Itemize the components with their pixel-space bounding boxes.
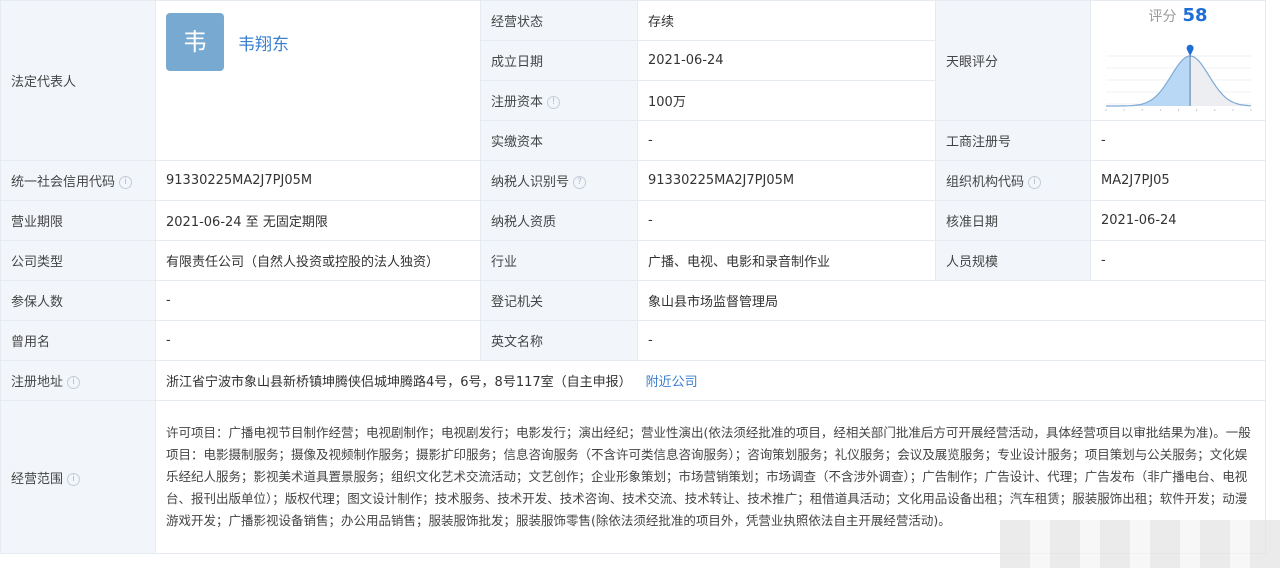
paid-capital-value: -: [637, 120, 936, 161]
reg-capital-label-cell: 注册资本!: [480, 80, 638, 121]
credit-code-label-cell: 统一社会信用代码 i: [0, 160, 156, 201]
taxpayer-id-value: 91330225MA2J7PJ05M: [637, 160, 936, 201]
authority-value: 象山县市场监督管理局: [637, 280, 1266, 321]
term-value: 2021-06-24 至 无固定期限: [155, 200, 481, 241]
insured-label: 参保人数: [0, 280, 156, 321]
score-distribution-chart: [1105, 44, 1252, 111]
taxpayer-id-label-cell: 纳税人识别号?: [480, 160, 638, 201]
scope-label: 经营范围: [11, 471, 64, 487]
credit-code-value: 91330225MA2J7PJ05M: [155, 160, 481, 201]
term-label: 营业期限: [0, 200, 156, 241]
company-info-table: 法定代表人 韦韦翔东 经营状态 存续 天眼评分 评分 58 成立日期 2021-06…: [0, 0, 1266, 554]
status-value: 存续: [637, 0, 936, 41]
english-name-value: -: [637, 320, 1266, 361]
approve-date-label: 核准日期: [935, 200, 1091, 241]
company-type-value: 有限责任公司（自然人投资或控股的法人独资）: [155, 240, 481, 281]
taxpayer-qual-label: 纳税人资质: [480, 200, 638, 241]
paid-capital-label: 实缴资本: [480, 120, 638, 161]
founded-value: 2021-06-24: [637, 40, 936, 81]
info-icon[interactable]: i: [67, 376, 81, 389]
approve-date-value: 2021-06-24: [1090, 200, 1266, 241]
authority-label: 登记机关: [480, 280, 638, 321]
org-code-label: 组织机构代码: [946, 175, 1025, 190]
former-name-label: 曾用名: [0, 320, 156, 361]
legal-rep-label: 法定代表人: [0, 0, 156, 161]
industry-value: 广播、电视、电影和录音制作业: [637, 240, 936, 281]
score-label: 天眼评分: [935, 0, 1091, 121]
address-label-cell: 注册地址 i: [0, 360, 156, 401]
insured-value: -: [155, 280, 481, 321]
address-cell: 浙江省宁波市象山县新桥镇坤腾侠侣城坤腾路4号，6号，8号117室（自主申报） 附近…: [155, 360, 1266, 401]
score-cell[interactable]: 评分 58: [1090, 0, 1266, 121]
org-code-value: MA2J7PJ05: [1090, 160, 1266, 201]
biz-reg-no-value: -: [1090, 120, 1266, 161]
score-title: 评分: [1148, 9, 1177, 25]
scope-label-cell: 经营范围 i: [0, 400, 156, 554]
industry-label: 行业: [480, 240, 638, 281]
legal-rep-name-link[interactable]: 韦翔东: [238, 30, 289, 55]
score-area: [1106, 56, 1191, 106]
company-type-label: 公司类型: [0, 240, 156, 281]
former-name-value: -: [155, 320, 481, 361]
score-value: 58: [1182, 5, 1208, 26]
nearby-companies-link[interactable]: 附近公司: [646, 375, 698, 390]
taxpayer-id-label: 纳税人识别号: [491, 175, 570, 190]
legal-rep-cell: 韦韦翔东: [155, 0, 481, 161]
avatar: 韦: [166, 13, 224, 71]
address-label: 注册地址: [11, 375, 64, 390]
english-name-label: 英文名称: [480, 320, 638, 361]
help-icon[interactable]: ?: [573, 176, 587, 189]
credit-code-label: 统一社会信用代码: [11, 175, 116, 190]
org-code-label-cell: 组织机构代码 i: [935, 160, 1091, 201]
info-icon[interactable]: i: [119, 176, 133, 189]
status-label: 经营状态: [480, 0, 638, 41]
blur-overlay: [1000, 520, 1280, 568]
staff-size-value: -: [1090, 240, 1266, 281]
reg-capital-value: 100万: [637, 80, 936, 121]
biz-reg-no-label: 工商注册号: [935, 120, 1091, 161]
info-icon[interactable]: !: [547, 96, 561, 109]
staff-size-label: 人员规模: [935, 240, 1091, 281]
score-pin-icon: [1186, 44, 1194, 56]
info-icon[interactable]: i: [1028, 176, 1042, 189]
info-icon[interactable]: i: [67, 472, 81, 486]
founded-label: 成立日期: [480, 40, 638, 81]
reg-capital-label: 注册资本: [491, 95, 544, 110]
address-value: 浙江省宁波市象山县新桥镇坤腾侠侣城坤腾路4号，6号，8号117室（自主申报）: [166, 375, 632, 390]
taxpayer-qual-value: -: [637, 200, 936, 241]
